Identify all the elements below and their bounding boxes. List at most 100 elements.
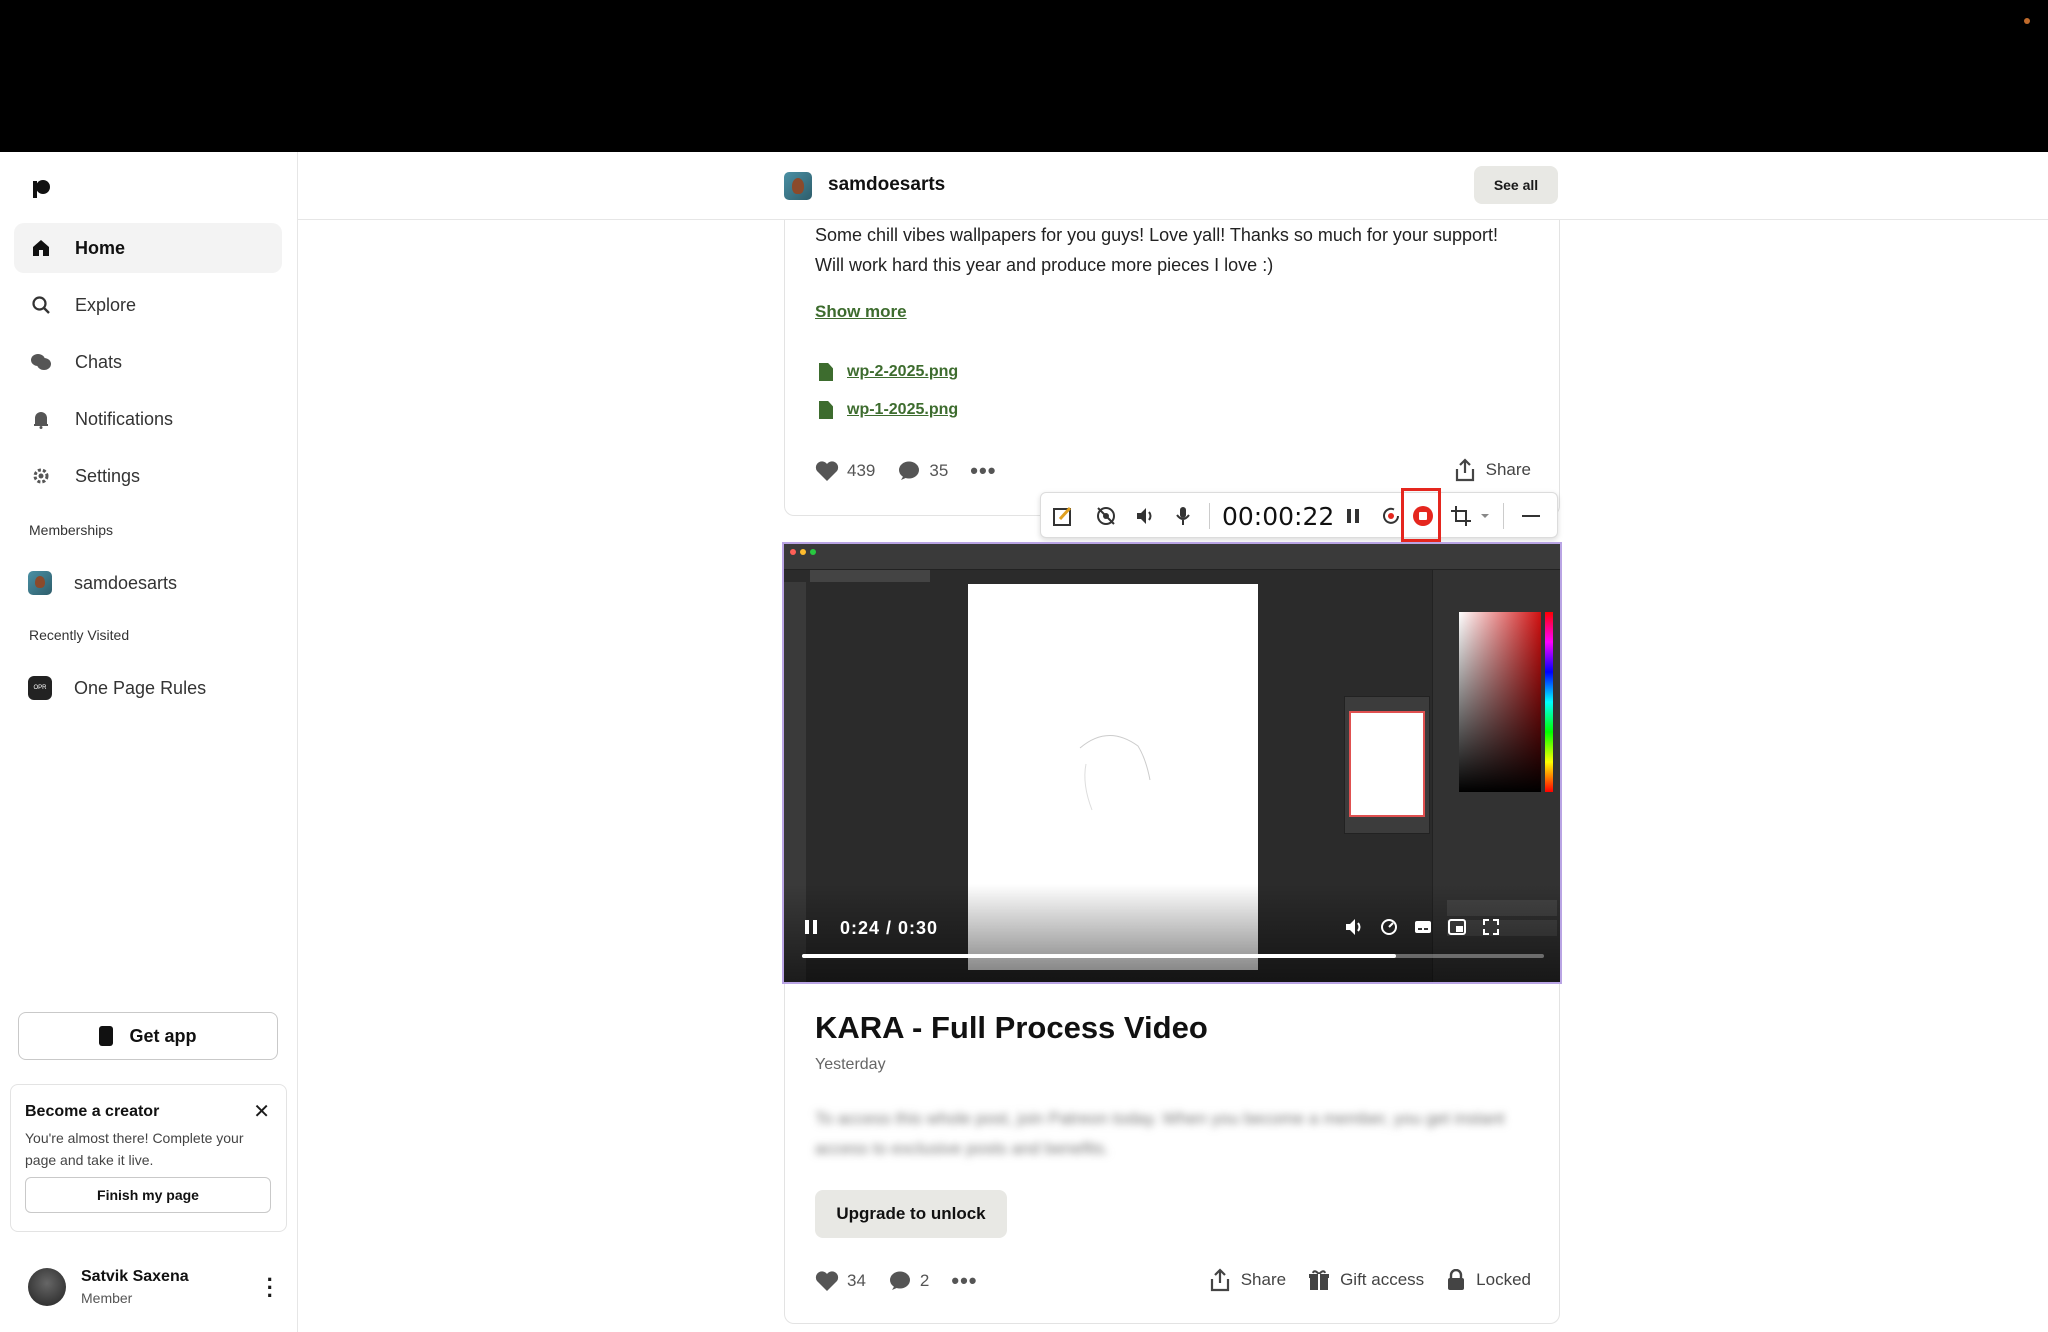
heart-icon <box>815 461 839 481</box>
video-player[interactable]: 0:24 / 0:30 <box>782 542 1562 984</box>
microphone-icon[interactable] <box>1171 504 1195 528</box>
phone-icon <box>99 1026 114 1046</box>
fullscreen-icon[interactable] <box>1480 916 1502 938</box>
share-button[interactable]: Share <box>1454 458 1531 482</box>
post-actions: 439 35 ••• <box>815 458 1018 484</box>
sidebar-item-label: Explore <box>75 294 137 315</box>
sidebar-item-label: samdoesarts <box>74 572 178 593</box>
locked-indicator: Locked <box>1446 1269 1531 1291</box>
like-count: 34 <box>847 1271 866 1290</box>
creator-avatar-icon <box>28 571 52 595</box>
sidebar-item-label: Home <box>75 237 126 258</box>
sidebar-item-chats[interactable]: Chats <box>14 337 282 387</box>
chevron-down-icon[interactable] <box>1473 504 1497 528</box>
document-tab <box>810 570 930 582</box>
restart-icon[interactable] <box>1379 504 1403 528</box>
get-app-button[interactable]: Get app <box>18 1012 278 1060</box>
captions-icon[interactable] <box>1412 916 1434 938</box>
more-options-icon[interactable]: ••• <box>951 1268 977 1294</box>
playback-speed-icon[interactable] <box>1378 916 1400 938</box>
annotate-icon[interactable] <box>1051 504 1075 528</box>
sidebar-item-samdoesarts[interactable]: samdoesarts <box>14 558 282 608</box>
upgrade-to-unlock-button[interactable]: Upgrade to unlock <box>815 1190 1007 1238</box>
sidebar-item-one-page-rules[interactable]: OPR One Page Rules <box>14 663 282 713</box>
creator-card-description: You're almost there! Complete your page … <box>25 1130 244 1168</box>
heart-icon <box>815 1271 839 1291</box>
gift-icon <box>1309 1270 1330 1290</box>
share-button[interactable]: Share <box>1209 1268 1286 1292</box>
comment-icon <box>889 1271 910 1290</box>
gift-access-label: Gift access <box>1340 1270 1425 1289</box>
avatar <box>28 1268 66 1306</box>
search-icon <box>29 293 53 317</box>
chat-icon <box>29 350 53 374</box>
like-button[interactable]: 34 <box>815 1270 866 1292</box>
more-options-icon[interactable]: ••• <box>970 458 996 484</box>
share-label: Share <box>1240 1270 1287 1289</box>
attachment-name: wp-1-2025.png <box>847 401 959 418</box>
picture-in-picture-icon[interactable] <box>1446 916 1468 938</box>
home-icon <box>29 236 53 260</box>
file-icon <box>819 363 833 381</box>
sidebar-item-home[interactable]: Home <box>14 223 282 273</box>
post-title[interactable]: KARA - Full Process Video <box>815 1010 1208 1046</box>
recording-timer: 00:00:22 <box>1222 502 1335 531</box>
divider <box>1503 503 1504 529</box>
more-options-icon[interactable]: · · · <box>267 1269 274 1307</box>
post-actions-right: Share Gift access Locked <box>1187 1268 1531 1292</box>
post-card: Some chill vibes wallpapers for you guys… <box>784 220 1560 516</box>
crop-icon[interactable] <box>1449 504 1473 528</box>
creator-header: samdoesarts See all <box>298 152 2048 220</box>
minimize-icon[interactable] <box>1519 504 1543 528</box>
os-top-bar <box>0 0 2048 152</box>
comment-button[interactable]: 2 <box>888 1270 929 1292</box>
sidebar-item-explore[interactable]: Explore <box>14 280 282 330</box>
attachment-link[interactable]: wp-1-2025.png <box>819 401 958 419</box>
divider <box>1209 503 1210 529</box>
sidebar-item-label: Notifications <box>75 408 174 429</box>
status-dot <box>2024 18 2030 24</box>
post-actions: 34 2 ••• <box>815 1268 1000 1294</box>
memberships-heading: Memberships <box>29 522 114 538</box>
one-page-rules-avatar-icon: OPR <box>28 676 52 700</box>
sidebar-item-settings[interactable]: Settings <box>14 451 282 501</box>
comment-button[interactable]: 35 <box>897 460 948 482</box>
show-more-link[interactable]: Show more <box>815 302 907 322</box>
screen-recorder-toolbar: 00:00:22 <box>1040 492 1558 538</box>
user-name: Satvik Saxena <box>81 1268 189 1285</box>
user-profile[interactable]: Satvik Saxena Member · · · <box>28 1266 278 1312</box>
post-date: Yesterday <box>815 1056 886 1073</box>
sidebar: Home Explore Chats Notifications Setting… <box>0 152 298 1332</box>
pause-icon[interactable] <box>1341 504 1365 528</box>
creator-avatar[interactable] <box>784 172 812 200</box>
recently-visited-heading: Recently Visited <box>29 627 130 643</box>
bell-icon <box>29 407 53 431</box>
see-all-button[interactable]: See all <box>1474 166 1558 204</box>
like-count: 439 <box>847 461 876 480</box>
patreon-logo[interactable] <box>30 178 52 200</box>
comment-count: 2 <box>919 1271 930 1290</box>
video-time: 0:24 / 0:30 <box>840 918 939 938</box>
gear-icon <box>29 464 53 488</box>
sidebar-item-notifications[interactable]: Notifications <box>14 394 282 444</box>
like-button[interactable]: 439 <box>815 460 875 482</box>
pause-icon[interactable] <box>800 916 822 938</box>
gift-access-button[interactable]: Gift access <box>1308 1269 1424 1291</box>
finish-my-page-button[interactable]: Finish my page <box>25 1177 271 1213</box>
creator-name[interactable]: samdoesarts <box>828 174 945 196</box>
sidebar-item-label: Settings <box>75 465 141 486</box>
video-progress-bar[interactable] <box>802 954 1544 958</box>
creator-card-title: Become a creator <box>25 1103 160 1120</box>
speaker-icon[interactable] <box>1133 504 1157 528</box>
color-picker <box>1459 612 1541 792</box>
lock-icon <box>1448 1269 1465 1290</box>
sidebar-item-label: One Page Rules <box>74 677 207 698</box>
share-icon <box>1210 1268 1229 1292</box>
camera-off-icon[interactable] <box>1094 504 1118 528</box>
attachment-link[interactable]: wp-2-2025.png <box>819 363 958 381</box>
volume-icon[interactable] <box>1344 916 1366 938</box>
become-creator-card: Become a creator ✕ You're almost there! … <box>10 1084 287 1232</box>
sidebar-item-label: Chats <box>75 351 123 372</box>
comment-icon <box>899 461 920 480</box>
close-icon[interactable]: ✕ <box>253 1099 270 1124</box>
